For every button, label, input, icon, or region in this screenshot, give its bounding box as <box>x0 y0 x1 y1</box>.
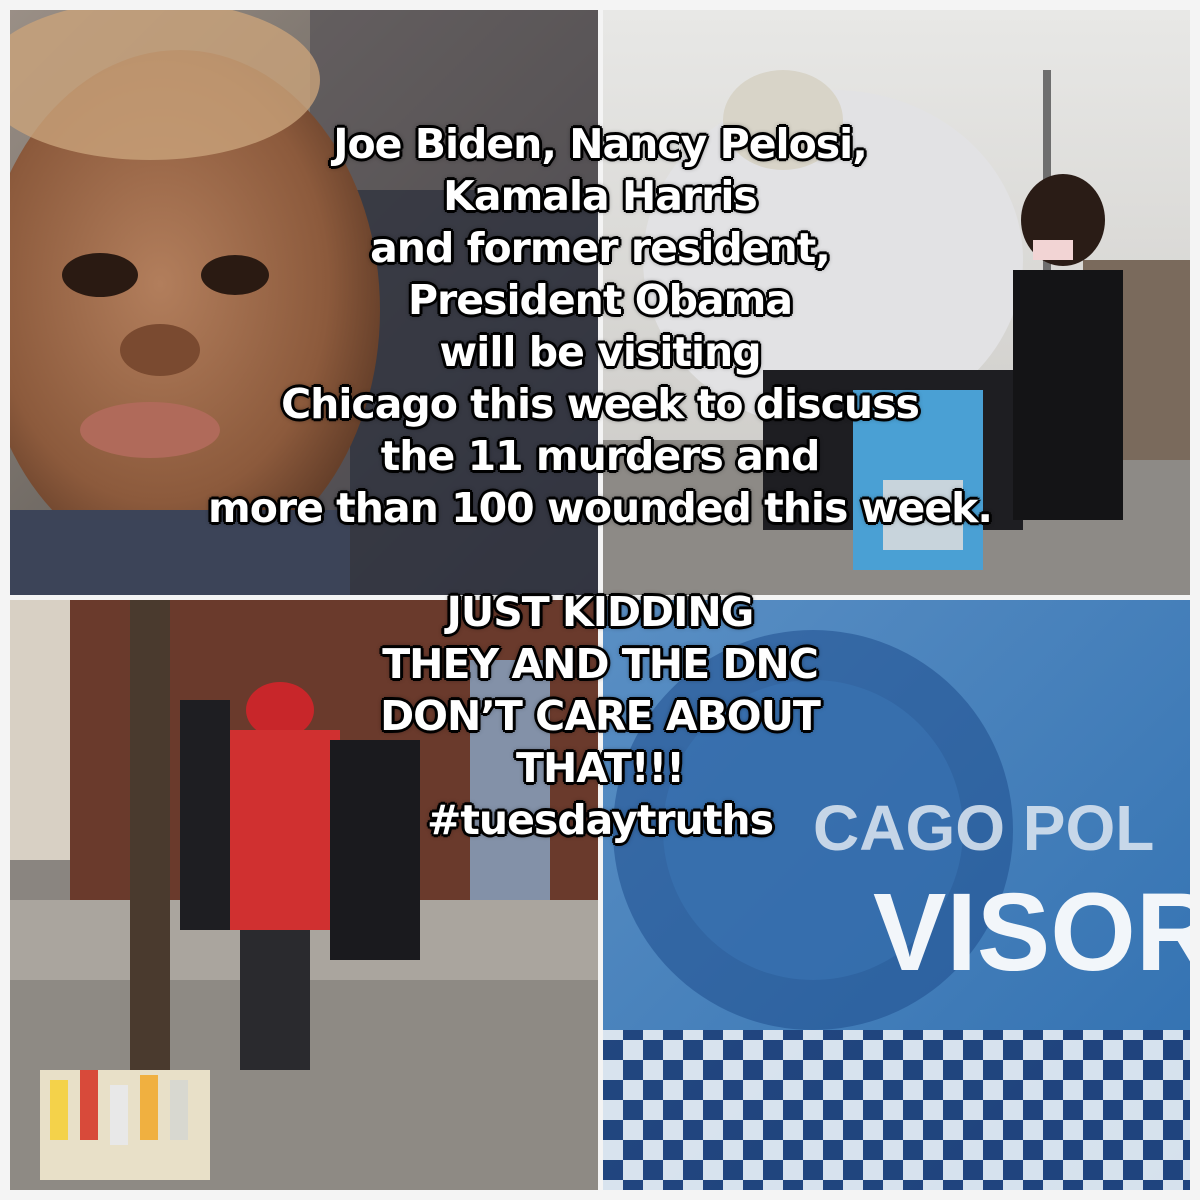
overlay-line-8: more than 100 wounded this week. <box>207 484 993 532</box>
punchline-line-4: THAT!!! <box>516 744 685 792</box>
memorial-candles <box>40 1070 210 1180</box>
punchline-line-1: JUST KIDDING <box>446 588 755 636</box>
photo-collage: CAGO POL VISOR Joe Biden, Nancy Pelosi, … <box>0 0 1200 1200</box>
hashtag: #tuesdaytruths <box>426 796 774 844</box>
overlay-line-4: President Obama <box>407 276 793 324</box>
overlay-spacer <box>40 534 1160 586</box>
overlay-line-1: Joe Biden, Nancy Pelosi, <box>333 120 868 168</box>
punchline-line-2: THEY AND THE DNC <box>382 640 819 688</box>
overlay-line-2: Kamala Harris <box>443 172 758 220</box>
overlay-line-3: and former resident, <box>370 224 831 272</box>
sign-text-line-2: VISOR <box>873 871 1190 994</box>
overlay-line-7: the 11 murders and <box>380 432 821 480</box>
overlay-line-5: will be visiting <box>439 328 761 376</box>
overlay-line-6: Chicago this week to discuss <box>281 380 920 428</box>
meme-text-overlay: Joe Biden, Nancy Pelosi, Kamala Harris a… <box>40 118 1160 846</box>
punchline-line-3: DON’T CARE ABOUT <box>380 692 821 740</box>
